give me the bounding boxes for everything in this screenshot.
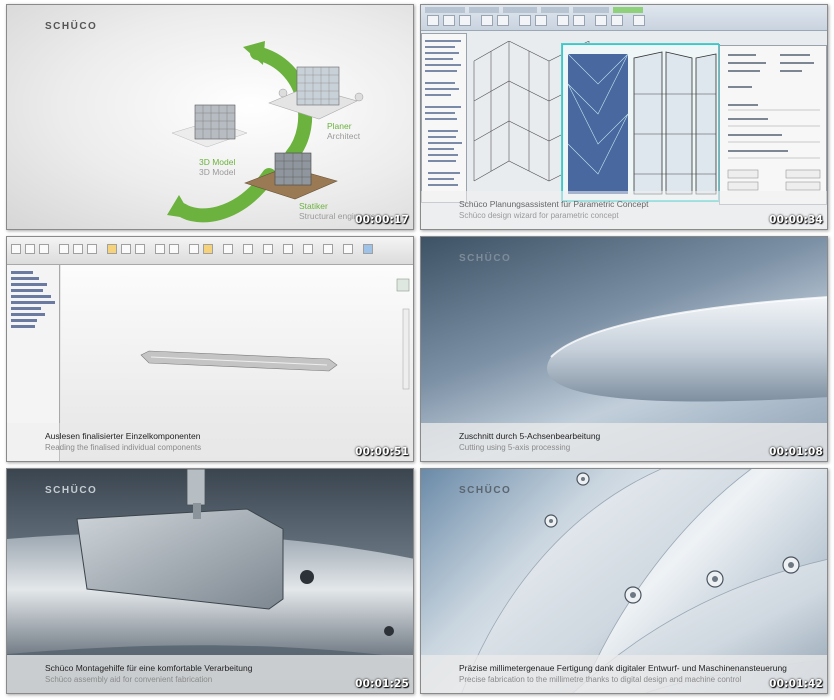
timestamp: 00:00:51 [355,446,409,458]
label-structural-primary: Statiker [299,201,328,211]
label-planner: Planer Architect [327,121,360,141]
timestamp: 00:00:17 [355,214,409,226]
caption-primary: Schüco Montagehilfe für eine komfortable… [45,663,253,673]
workflow-diagram [167,41,364,223]
label-3d-model-primary: 3D Model [199,157,236,167]
inventor-ribbon [7,237,413,265]
caption-primary: Präzise millimetergenaue Fertigung dank … [459,663,787,673]
thumbnail-grid: SCHÜCO Planer Architect 3D Model 3D Mode… [0,0,834,700]
thumbnail-2[interactable]: Schüco Planungsassistent für Parametric … [420,4,828,230]
schueco-logo: SCHÜCO [45,485,98,496]
thumbnail-1[interactable]: SCHÜCO Planer Architect 3D Model 3D Mode… [6,4,414,230]
label-planner-primary: Planer [327,121,352,131]
timestamp: 00:01:25 [355,678,409,690]
caption-primary: Auslesen finalisierter Einzelkomponenten [45,431,201,441]
thumbnail-4[interactable]: SCHÜCO Zuschnitt durch 5-Achsenbearbeitu… [420,236,828,462]
caption-primary: Schüco Planungsassistent für Parametric … [459,199,649,209]
caption-bar [7,655,413,693]
caption-bar [421,191,827,229]
label-planner-secondary: Architect [327,131,361,141]
revit-ribbon [421,5,827,31]
label-3d-model-secondary: 3D Model [199,167,236,177]
timestamp: 00:01:08 [769,446,823,458]
caption-bar [421,423,827,461]
thumbnail-5[interactable]: SCHÜCO Schüco Montagehilfe für eine komf… [6,468,414,694]
schueco-logo: SCHÜCO [459,253,512,264]
schueco-logo: SCHÜCO [459,485,512,496]
thumbnail-3[interactable]: Auslesen finalisierter Einzelkomponenten… [6,236,414,462]
caption-primary: Zuschnitt durch 5-Achsenbearbeitung [459,431,601,441]
properties-panel [421,33,467,203]
caption-secondary: Cutting using 5-axis processing [459,443,571,452]
thumbnail-6[interactable]: SCHÜCO Präzise millimetergenaue Fertigun… [420,468,828,694]
caption-secondary: Precise fabrication to the millimetre th… [459,675,742,684]
timestamp: 00:01:42 [769,678,823,690]
timestamp: 00:00:34 [769,214,823,226]
caption-secondary: Schüco assembly aid for convenient fabri… [45,675,213,684]
design-wizard-viewport [561,43,721,203]
label-3d-model: 3D Model 3D Model [199,157,235,177]
caption-bar [7,423,413,461]
caption-secondary: Reading the finalised individual compone… [45,443,202,452]
caption-bar [421,655,827,693]
caption-secondary: Schüco design wizard for parametric conc… [459,211,619,220]
wizard-dialog [719,45,827,205]
